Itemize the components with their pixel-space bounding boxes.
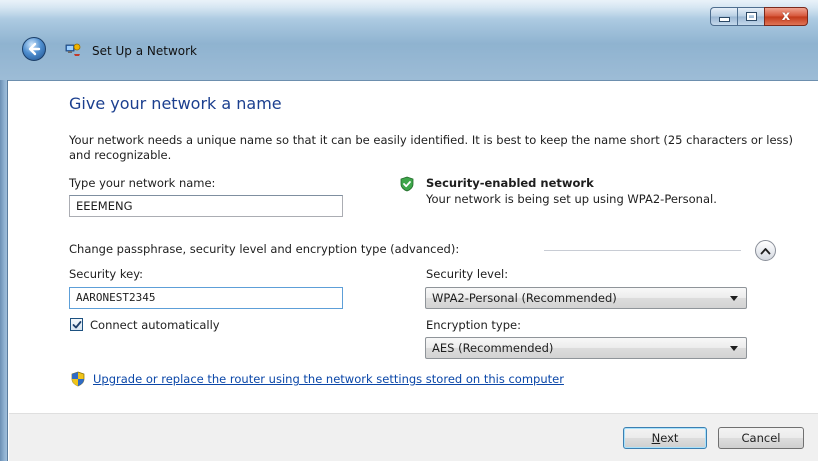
advanced-options-label: Change passphrase, security level and en… <box>69 242 460 256</box>
window-title: Set Up a Network <box>92 44 198 58</box>
encryption-type-label: Encryption type: <box>426 318 521 332</box>
page-title: Give your network a name <box>69 94 282 113</box>
title-bar: x Set Up a Network <box>0 0 818 81</box>
network-name-label: Type your network name: <box>69 176 216 190</box>
security-key-input[interactable]: AARONEST2345 <box>69 287 343 309</box>
window-controls: x <box>710 7 808 26</box>
checkmark-icon <box>72 320 81 328</box>
next-mnemonic: N <box>651 431 661 445</box>
encryption-type-value: AES (Recommended) <box>432 341 554 355</box>
cancel-button[interactable]: Cancel <box>718 427 804 449</box>
security-status-subtitle: Your network is being set up using WPA2-… <box>426 192 717 206</box>
upgrade-router-link[interactable]: Upgrade or replace the router using the … <box>93 372 564 386</box>
green-check-shield-icon <box>400 176 414 192</box>
advanced-separator <box>544 250 741 251</box>
dropdown-arrow-icon <box>730 346 738 351</box>
dropdown-arrow-icon <box>730 296 738 301</box>
security-key-label: Security key: <box>69 267 144 281</box>
security-level-label: Security level: <box>426 267 509 281</box>
chevron-up-icon <box>760 247 771 254</box>
maximize-icon <box>745 12 757 21</box>
maximize-button[interactable] <box>737 7 764 26</box>
connect-automatically-checkbox[interactable] <box>70 318 83 331</box>
close-icon: x <box>781 9 791 24</box>
minimize-icon <box>718 17 730 22</box>
minimize-button[interactable] <box>710 7 737 26</box>
uac-shield-icon <box>71 371 85 387</box>
next-button[interactable]: Next <box>623 427 707 449</box>
network-setup-icon <box>65 43 81 56</box>
back-button[interactable] <box>22 37 46 61</box>
security-status-title: Security-enabled network <box>426 176 594 190</box>
security-level-dropdown[interactable]: WPA2-Personal (Recommended) <box>425 287 747 309</box>
connect-automatically-label[interactable]: Connect automatically <box>90 318 220 332</box>
window-frame-left <box>0 80 8 461</box>
encryption-type-dropdown[interactable]: AES (Recommended) <box>425 337 747 359</box>
back-arrow-icon <box>28 42 41 56</box>
network-name-input[interactable]: EEEMENG <box>69 195 343 217</box>
security-level-value: WPA2-Personal (Recommended) <box>432 291 617 305</box>
collapse-advanced-button[interactable] <box>755 240 776 261</box>
close-button[interactable]: x <box>764 7 808 26</box>
page-description: Your network needs a unique name so that… <box>69 133 794 162</box>
next-button-label: ext <box>660 431 679 445</box>
